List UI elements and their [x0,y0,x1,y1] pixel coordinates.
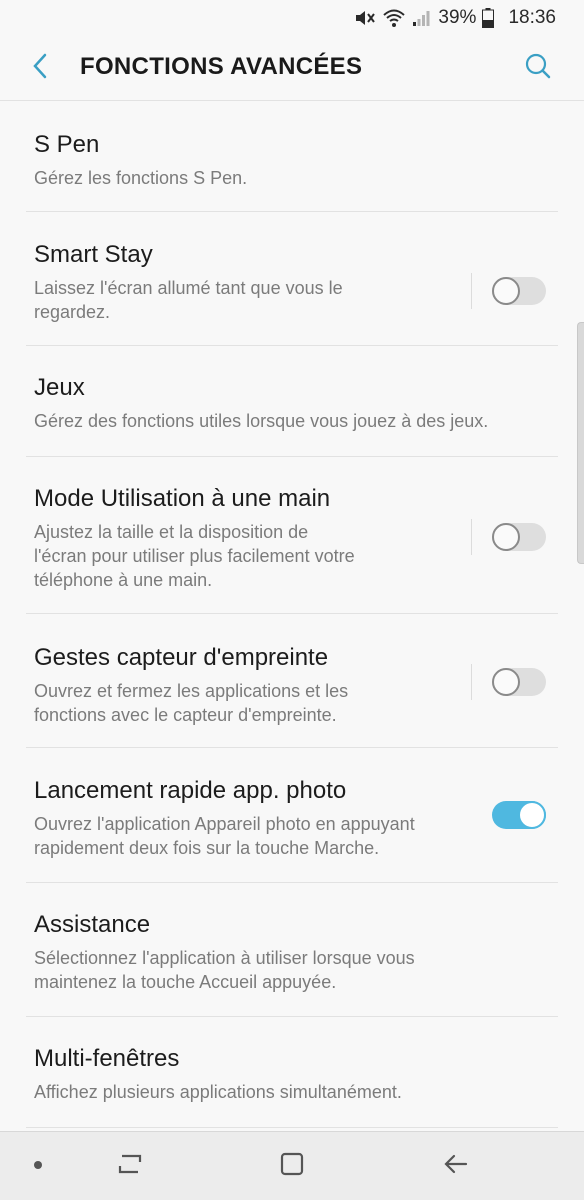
toggle-knob [492,277,520,305]
subtitle-line: téléphone à une main. [34,570,213,590]
subtitle-line: Sélectionnez l'application à utiliser lo… [34,948,415,968]
setting-subtitle: Ouvrez l'application Appareil photo en a… [34,812,494,860]
setting-subtitle: Gérez des fonctions utiles lorsque vous … [34,411,489,431]
recent-apps-button[interactable] [112,1148,148,1184]
toggle-separator [471,519,472,555]
subtitle-line: Ajustez la taille et la disposition de [34,522,309,542]
setting-subtitle: Laissez l'écran allumé tant que vous le … [34,276,434,324]
setting-one-hand-mode[interactable]: Mode Utilisation à une main Ajustez la t… [0,457,584,614]
nav-back-button[interactable] [438,1148,474,1184]
setting-assistance[interactable]: Assistance Sélectionnez l'application à … [0,883,584,1017]
page-title: FONCTIONS AVANCÉES [80,53,363,80]
recent-apps-icon [116,1152,144,1181]
setting-jeux[interactable]: Jeux Gérez des fonctions utiles lorsque … [0,346,584,457]
subtitle-line: maintenez la touche Accueil appuyée. [34,972,337,992]
setting-subtitle: Ajustez la taille et la disposition de l… [34,520,434,592]
back-button[interactable] [24,50,56,86]
setting-smart-stay[interactable]: Smart Stay Laissez l'écran allumé tant q… [0,212,584,346]
quick-camera-launch-toggle[interactable] [492,801,546,829]
screen: 39% 18:36 FONCTIONS AVANCÉES S Pen Gérez… [0,0,584,1200]
battery-icon [482,8,495,28]
smart-stay-toggle[interactable] [492,277,546,305]
divider [26,1127,558,1128]
fingerprint-gestures-toggle[interactable] [492,668,546,696]
subtitle-line: regardez. [34,302,111,322]
setting-subtitle: Affichez plusieurs applications simultan… [34,1082,402,1102]
signal-icon [412,9,430,27]
setting-subtitle: Sélectionnez l'application à utiliser lo… [34,946,550,994]
setting-multi-window[interactable]: Multi-fenêtres Affichez plusieurs applic… [0,1017,584,1128]
setting-s-pen[interactable]: S Pen Gérez les fonctions S Pen. [0,101,584,212]
subtitle-line: Laissez l'écran allumé tant que vous le [34,278,343,298]
toggle-separator [471,273,472,309]
search-button[interactable] [522,52,554,84]
setting-title: Multi-fenêtres [34,1045,180,1072]
setting-title: Gestes capteur d'empreinte [34,644,329,671]
toggle-separator [471,664,472,700]
dot-button[interactable] [20,1148,56,1184]
setting-title: Smart Stay [34,241,153,268]
subtitle-line: Ouvrez l'application Appareil photo en a… [34,814,415,834]
status-bar: 39% 18:36 [0,0,584,36]
one-hand-mode-toggle[interactable] [492,523,546,551]
back-arrow-icon [31,53,49,84]
setting-subtitle: Ouvrez et fermez les applications et les… [34,679,434,727]
setting-title: Jeux [34,374,85,401]
toggle-knob [492,523,520,551]
battery-percent: 39% [438,7,477,28]
back-icon [442,1152,470,1181]
setting-title: Mode Utilisation à une main [34,485,331,512]
subtitle-line: rapidement deux fois sur la touche March… [34,838,380,858]
setting-subtitle: Gérez les fonctions S Pen. [34,168,248,188]
mute-icon [354,8,376,28]
toggle-knob [518,801,546,829]
navigation-bar [0,1131,584,1200]
home-icon [279,1151,305,1182]
subtitle-line: l'écran pour utiliser plus facilement vo… [34,546,355,566]
search-icon [524,52,552,85]
scrollbar[interactable] [577,322,584,564]
wifi-icon [382,8,406,28]
header: FONCTIONS AVANCÉES [0,36,584,101]
subtitle-line: fonctions avec le capteur d'empreinte. [34,705,337,725]
setting-title: Assistance [34,911,151,938]
toggle-knob [492,668,520,696]
setting-quick-camera-launch[interactable]: Lancement rapide app. photo Ouvrez l'app… [0,748,584,883]
setting-title: Lancement rapide app. photo [34,777,347,804]
setting-title: S Pen [34,131,100,158]
dot-icon [33,1157,43,1175]
subtitle-line: Ouvrez et fermez les applications et les [34,681,349,701]
clock: 18:36 [508,7,556,28]
settings-list: S Pen Gérez les fonctions S Pen. Smart S… [0,101,584,1128]
home-button[interactable] [274,1148,310,1184]
setting-fingerprint-gestures[interactable]: Gestes capteur d'empreinte Ouvrez et fer… [0,614,584,748]
